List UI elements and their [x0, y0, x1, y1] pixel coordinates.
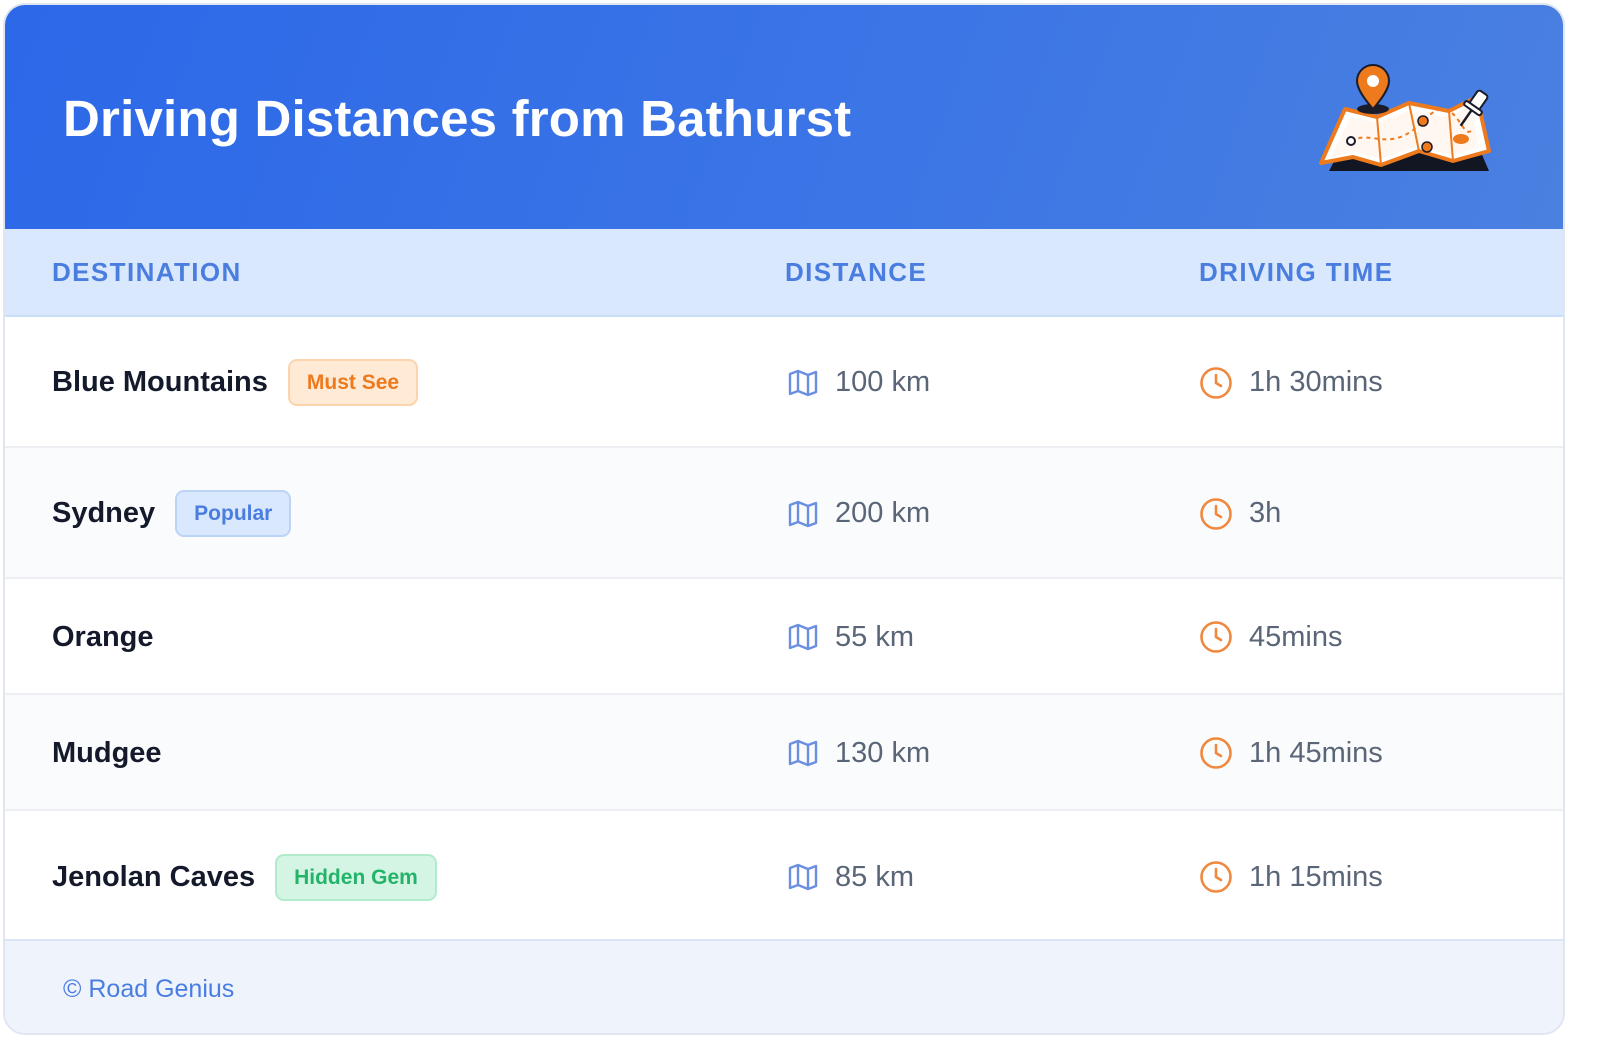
destination-name: Mudgee [52, 736, 162, 769]
table-row: Jenolan Caves Hidden Gem 85 km 1h 15mins [5, 811, 1563, 943]
table-row: Sydney Popular 200 km 3h [5, 448, 1563, 579]
destination-cell: Orange [52, 612, 154, 662]
destination-badge: Hidden Gem [275, 853, 437, 901]
distance-cell: 85 km [787, 852, 914, 902]
page-title: Driving Distances from Bathurst [63, 90, 852, 147]
map-with-pins-icon [1319, 64, 1491, 171]
distance-cell: 200 km [787, 489, 930, 539]
driving-time-value: 1h 45mins [1249, 736, 1383, 769]
clock-icon [1199, 736, 1233, 770]
destination-badge: Must See [287, 359, 419, 406]
driving-time-value: 45mins [1249, 620, 1343, 653]
destination-cell: Mudgee [52, 728, 162, 778]
table-row: Orange 55 km 45mins [5, 579, 1563, 695]
driving-time-value: 1h 30mins [1249, 366, 1383, 398]
map-icon [787, 863, 819, 891]
distance-value: 55 km [835, 620, 914, 653]
destination-cell: Sydney Popular [52, 489, 292, 539]
table-row: Blue Mountains Must See 100 km 1h 30mins [5, 317, 1563, 448]
distance-value: 200 km [835, 497, 931, 529]
card-footer: © Road Genius [5, 939, 1563, 1033]
driving-time-cell: 1h 30mins [1199, 358, 1383, 408]
destination-badge: Popular [175, 490, 292, 537]
footer-credit: © Road Genius [63, 975, 235, 1003]
map-icon [787, 623, 819, 651]
distance-value: 85 km [835, 860, 914, 893]
table-header: DESTINATION DISTANCE DRIVING TIME [5, 229, 1563, 317]
map-icon [787, 500, 819, 528]
distance-cell: 100 km [787, 358, 930, 408]
destination-name: Sydney [52, 497, 156, 529]
map-icon [787, 739, 819, 767]
driving-time-cell: 1h 45mins [1199, 728, 1383, 778]
destination-name: Jenolan Caves [52, 860, 256, 893]
table-row: Mudgee 130 km 1h 45mins [5, 695, 1563, 811]
destination-cell: Jenolan Caves Hidden Gem [52, 852, 437, 902]
distance-cell: 55 km [787, 612, 914, 662]
driving-time-cell: 45mins [1199, 612, 1343, 662]
distance-cell: 130 km [787, 728, 930, 778]
distance-value: 130 km [835, 736, 931, 769]
column-header-distance: DISTANCE [785, 257, 928, 287]
column-header-driving-time: DRIVING TIME [1199, 257, 1394, 287]
map-icon [787, 369, 819, 397]
distance-card: Driving Distances from Bathurst DESTINAT… [3, 3, 1565, 1035]
clock-icon [1199, 620, 1233, 654]
clock-icon [1199, 497, 1233, 531]
clock-icon [1199, 366, 1233, 400]
card-header: Driving Distances from Bathurst [5, 5, 1563, 229]
destination-cell: Blue Mountains Must See [52, 358, 419, 408]
distance-value: 100 km [835, 366, 931, 398]
clock-icon [1199, 860, 1233, 894]
driving-time-value: 3h [1249, 497, 1282, 529]
destination-name: Orange [52, 620, 154, 653]
destination-name: Blue Mountains [52, 366, 268, 398]
column-header-destination: DESTINATION [52, 257, 242, 287]
driving-time-cell: 3h [1199, 489, 1281, 539]
driving-time-cell: 1h 15mins [1199, 852, 1383, 902]
driving-time-value: 1h 15mins [1249, 860, 1383, 893]
